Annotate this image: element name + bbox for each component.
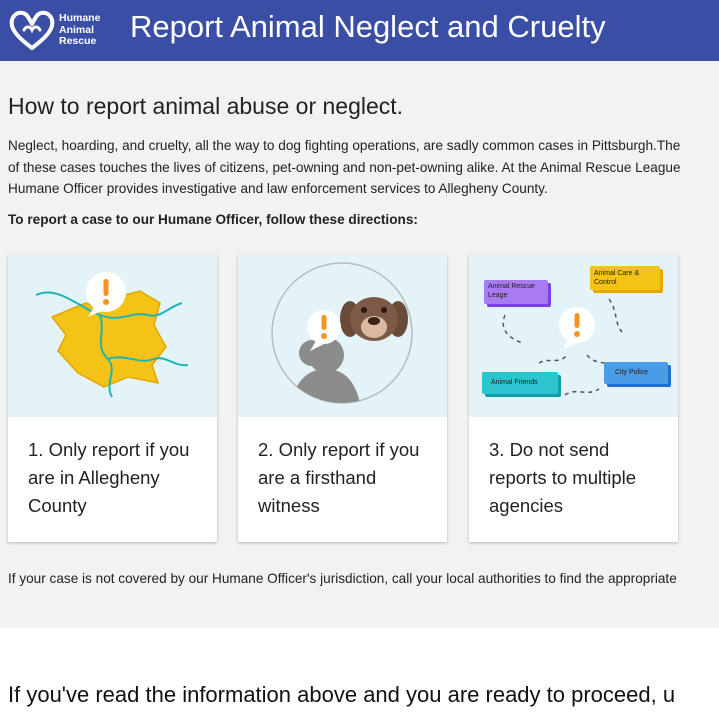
card-caption-line: 2. Only report if you bbox=[258, 439, 420, 460]
agency-tag: Animal Care & Control bbox=[594, 270, 640, 286]
directions-label: To report a case to our Humane Officer, … bbox=[8, 212, 418, 227]
card-illustration bbox=[238, 255, 447, 417]
allegheny-map-icon bbox=[35, 272, 189, 398]
card-illustration bbox=[8, 255, 217, 417]
intro-line-1: Neglect, hoarding, and cruelty, all the … bbox=[8, 138, 681, 153]
card-caption: 3. Do not send reports to multiple agenc… bbox=[489, 436, 669, 520]
proceed-heading: If you've read the information above and… bbox=[8, 682, 676, 707]
card-illustration: Animal Rescue Leage Animal Care & Contro… bbox=[469, 255, 678, 417]
card-caption-line: are in Allegheny bbox=[28, 467, 160, 488]
section-heading: How to report animal abuse or neglect. bbox=[8, 93, 404, 119]
logo-text[interactable]: Humane Animal Rescue bbox=[59, 12, 101, 48]
card-caption-line: 1. Only report if you bbox=[28, 439, 190, 460]
agency-tag: City Police bbox=[615, 369, 649, 376]
intro-line-3: Humane Officer provides investigative an… bbox=[8, 181, 548, 196]
card-caption-line: 3. Do not send bbox=[489, 439, 610, 460]
card-caption-line: agencies bbox=[489, 495, 564, 516]
agency-tag: Animal Friends bbox=[491, 379, 538, 386]
site-header: Humane Animal Rescue Report Animal Negle… bbox=[0, 0, 719, 61]
intro-paragraph: Neglect, hoarding, and cruelty, all the … bbox=[8, 135, 719, 200]
card-allegheny: 1. Only report if you are in Allegheny C… bbox=[8, 255, 217, 542]
page-title: Report Animal Neglect and Cruelty bbox=[130, 9, 606, 44]
witness-icon bbox=[271, 262, 413, 404]
card-caption: 2. Only report if you are a firsthand wi… bbox=[258, 436, 438, 520]
card-caption-line: reports to multiple bbox=[489, 467, 637, 488]
logo-line-3: Rescue bbox=[59, 35, 97, 47]
card-witness: 2. Only report if you are a firsthand wi… bbox=[238, 255, 447, 542]
card-caption: 1. Only report if you are in Allegheny C… bbox=[28, 436, 208, 520]
agency-tag: Animal Rescue Leage bbox=[488, 283, 536, 299]
card-agencies: Animal Rescue Leage Animal Care & Contro… bbox=[469, 255, 678, 542]
card-caption-line: County bbox=[28, 495, 87, 516]
heart-logo-icon[interactable] bbox=[8, 8, 56, 52]
intro-line-2: of these cases touches the lives of citi… bbox=[8, 159, 681, 175]
jurisdiction-note: If your case is not covered by our Human… bbox=[8, 571, 677, 586]
proceed-section: If you've read the information above and… bbox=[0, 628, 719, 714]
card-caption-line: are a firsthand bbox=[258, 467, 377, 488]
card-caption-line: witness bbox=[258, 495, 320, 516]
logo-line-1: Humane bbox=[59, 12, 101, 24]
